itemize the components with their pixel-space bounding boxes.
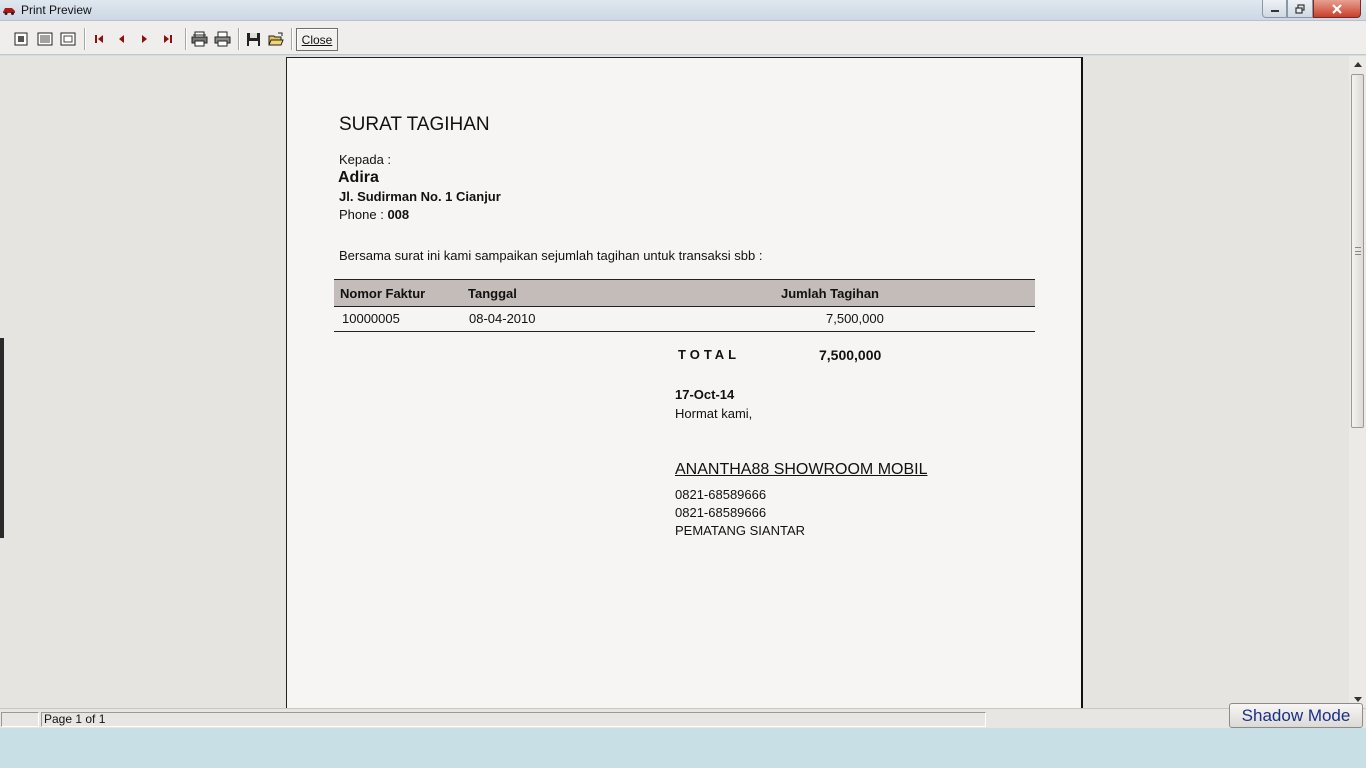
company-city: PEMATANG SIANTAR [675,523,806,538]
status-bar: Page 1 of 1 [0,708,1366,728]
first-page-button[interactable] [90,30,108,48]
last-page-icon [164,35,172,43]
close-preview-button[interactable]: Close [296,28,338,51]
phone-value: 008 [387,207,410,222]
table-bottom-rule [334,331,1035,332]
car-icon [3,8,15,15]
recipient-address: Jl. Sudirman No. 1 Cianjur [339,189,501,204]
page-width-view-button[interactable] [36,30,54,48]
toolbar-separator [84,28,86,50]
save-button[interactable] [244,30,262,48]
left-edge-strip [0,338,4,538]
scroll-up-icon [1353,62,1362,67]
window-title-bar: Print Preview [0,0,1366,21]
print-setup-button[interactable] [190,30,208,48]
column-header-tanggal: Tanggal [468,286,517,301]
scroll-up-button[interactable] [1349,56,1366,73]
toolbar-separator [238,28,240,50]
company-phone-2: 0821-68589666 [675,505,767,520]
letter-date: 17-Oct-14 [675,387,735,402]
open-folder-icon [268,32,284,45]
restore-icon [1295,3,1305,14]
close-window-button[interactable] [1313,0,1361,18]
restore-button[interactable] [1287,0,1313,18]
page-info: Page 1 of 1 [41,712,986,727]
table-header: Nomor Faktur Tanggal Jumlah Tagihan [334,279,1035,307]
scrollbar-thumb[interactable] [1351,74,1364,428]
recipient-name: Adira [338,169,379,186]
total-value: 7,500,000 [819,347,882,363]
open-button[interactable] [267,30,285,48]
closing-text: Hormat kami, [675,406,753,421]
cell-jumlah-tagihan: 7,500,000 [826,311,884,326]
company-name: ANANTHA88 SHOWROOM MOBIL [675,461,928,478]
recipient-label: Kepada : [339,152,392,167]
previous-page-icon [119,35,124,43]
phone-label: Phone : [339,207,388,222]
cell-nomor-faktur: 10000005 [342,311,400,326]
page-width-icon [37,32,53,46]
intro-text: Bersama surat ini kami sampaikan sejumla… [339,248,763,263]
fit-page-view-button[interactable] [59,30,77,48]
vertical-scrollbar[interactable] [1349,56,1366,708]
document-title: SURAT TAGIHAN [339,114,490,135]
column-header-nomor-faktur: Nomor Faktur [340,286,426,301]
minimize-icon [1270,9,1279,12]
close-icon [1332,3,1342,14]
recipient-phone: Phone : 008 [339,207,409,222]
print-button[interactable] [213,30,231,48]
toolbar: Close [0,21,1366,55]
status-cell-empty [1,712,39,727]
column-header-jumlah-tagihan: Jumlah Tagihan [781,286,879,301]
company-phone-1: 0821-68589666 [675,487,767,502]
printer-setup-icon [191,31,207,47]
single-page-icon [14,32,28,46]
toolbar-separator [291,28,293,50]
desktop-background [0,728,1366,768]
one-page-view-button[interactable] [12,30,30,48]
window-title: Print Preview [21,3,92,17]
cell-tanggal: 08-04-2010 [469,311,536,326]
previous-page-button[interactable] [113,30,131,48]
grip-icon [1355,247,1361,255]
close-button-label: Close [301,32,333,47]
first-page-icon [95,35,103,43]
minimize-button[interactable] [1262,0,1287,18]
fit-page-icon [60,32,76,46]
scroll-down-icon [1353,697,1362,702]
floppy-disk-icon [246,32,260,46]
toolbar-separator [185,28,187,50]
last-page-button[interactable] [159,30,177,48]
printer-icon [214,31,230,47]
total-label: TOTAL [678,347,741,362]
next-page-icon [142,35,147,43]
next-page-button[interactable] [135,30,153,48]
shadow-mode-button[interactable]: Shadow Mode [1229,703,1363,728]
